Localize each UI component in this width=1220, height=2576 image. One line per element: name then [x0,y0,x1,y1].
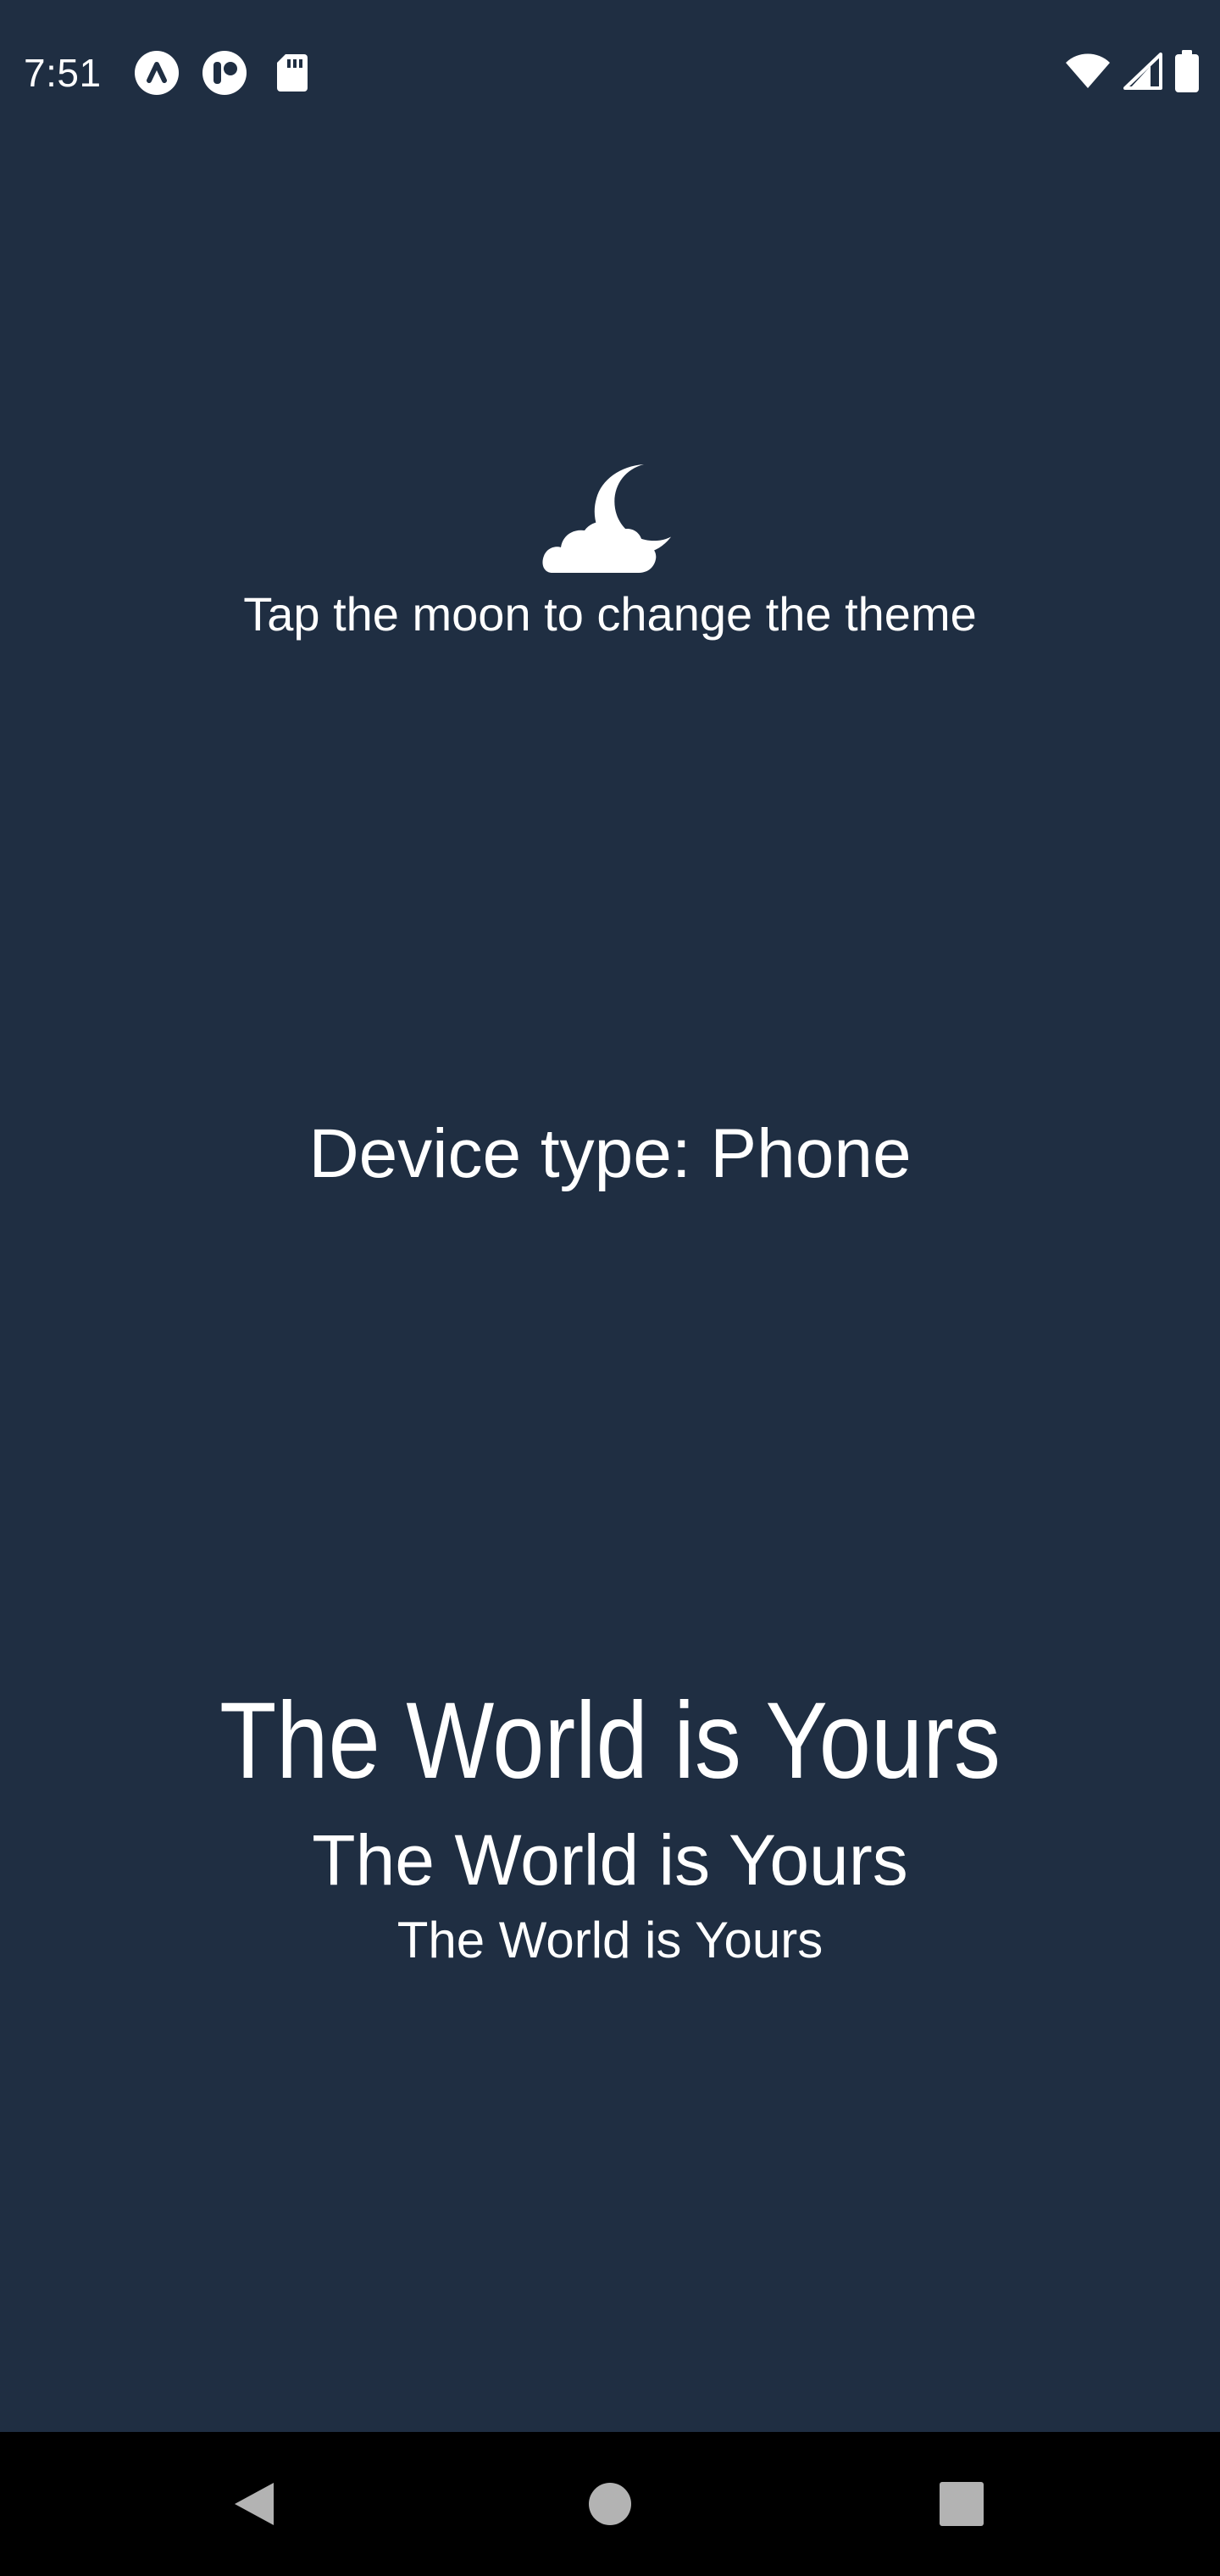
navigation-bar [0,2432,1220,2576]
status-time: 7:51 [24,51,102,95]
wifi-icon [1064,53,1112,94]
theme-toggle-section: Tap the moon to change the theme [0,458,1220,652]
app-screen: 7:51 Tap the moon to change the theme De… [0,0,1220,2576]
back-icon [235,2483,274,2525]
theme-hint-text: Tap the moon to change the theme [243,587,977,641]
recents-icon [940,2482,984,2526]
status-bar: 7:51 [0,0,1220,144]
status-system-icons [1064,49,1200,97]
sample-text-large: The World is Yours [219,1680,1001,1802]
sample-text-medium: The World is Yours [312,1820,908,1900]
sd-card-icon [269,50,315,96]
status-notification-icons [134,49,315,97]
theme-toggle-button[interactable] [542,458,678,580]
cell-signal-icon [1123,52,1162,94]
back-button[interactable] [169,2432,339,2576]
sample-text-small: The World is Yours [396,1912,824,1968]
app-notification-icon [134,50,180,96]
home-button[interactable] [525,2432,695,2576]
home-icon [589,2483,631,2525]
device-type-label: Device type: Phone [308,1115,912,1192]
app-notification-icon-2 [202,50,247,96]
moon-cloud-icon [542,464,671,573]
recents-button[interactable] [877,2432,1046,2576]
battery-icon [1174,49,1200,97]
